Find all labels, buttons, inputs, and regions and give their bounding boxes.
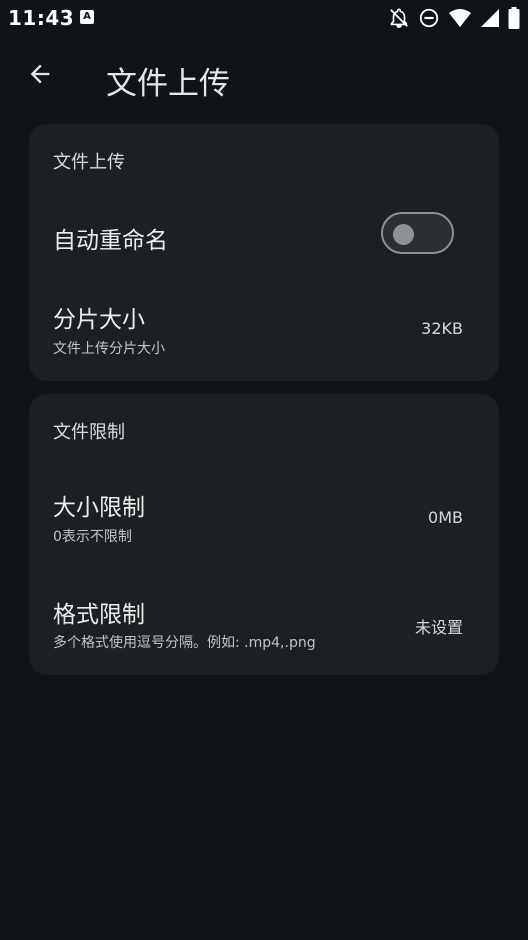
status-time: 11:43 [8,6,75,30]
section-card-upload: 文件上传 自动重命名 分片大小 文件上传分片大小 32KB [29,124,499,381]
cellular-signal-icon [480,8,500,28]
setting-title: 大小限制 [53,495,145,521]
setting-row-chunk-size[interactable]: 分片大小 文件上传分片大小 32KB [29,284,499,374]
do-not-disturb-icon [418,7,440,29]
setting-row-size-limit[interactable]: 大小限制 0表示不限制 0MB [29,474,499,564]
setting-value: 32KB [421,319,463,338]
setting-subtitle: 0表示不限制 [53,529,132,545]
section-header: 文件上传 [53,152,125,173]
setting-title: 自动重命名 [53,228,168,254]
setting-title: 格式限制 [53,602,145,628]
page-title: 文件上传 [106,66,230,102]
setting-title: 分片大小 [53,307,145,333]
notifications-off-icon [388,7,410,29]
setting-row-auto-rename[interactable]: 自动重命名 [29,194,499,278]
setting-subtitle: 文件上传分片大小 [53,341,165,357]
section-header: 文件限制 [53,422,125,443]
setting-row-format-limit[interactable]: 格式限制 多个格式使用逗号分隔。例如: .mp4,.png 未设置 [29,580,499,670]
wifi-icon [448,8,472,28]
accessibility-a-icon: A [80,10,94,24]
battery-icon [508,7,520,29]
arrow-back-icon [26,60,54,92]
section-card-limits: 文件限制 大小限制 0表示不限制 0MB 格式限制 多个格式使用逗号分隔。例如:… [29,394,499,675]
back-button[interactable] [18,54,62,98]
auto-rename-toggle[interactable] [381,212,454,254]
app-bar: 文件上传 [0,44,528,108]
setting-subtitle: 多个格式使用逗号分隔。例如: .mp4,.png [53,635,316,651]
setting-value: 未设置 [414,618,463,637]
setting-value: 0MB [428,508,463,527]
toggle-thumb [393,224,414,245]
status-bar: 11:43 A [0,0,528,36]
status-icons [388,6,520,30]
